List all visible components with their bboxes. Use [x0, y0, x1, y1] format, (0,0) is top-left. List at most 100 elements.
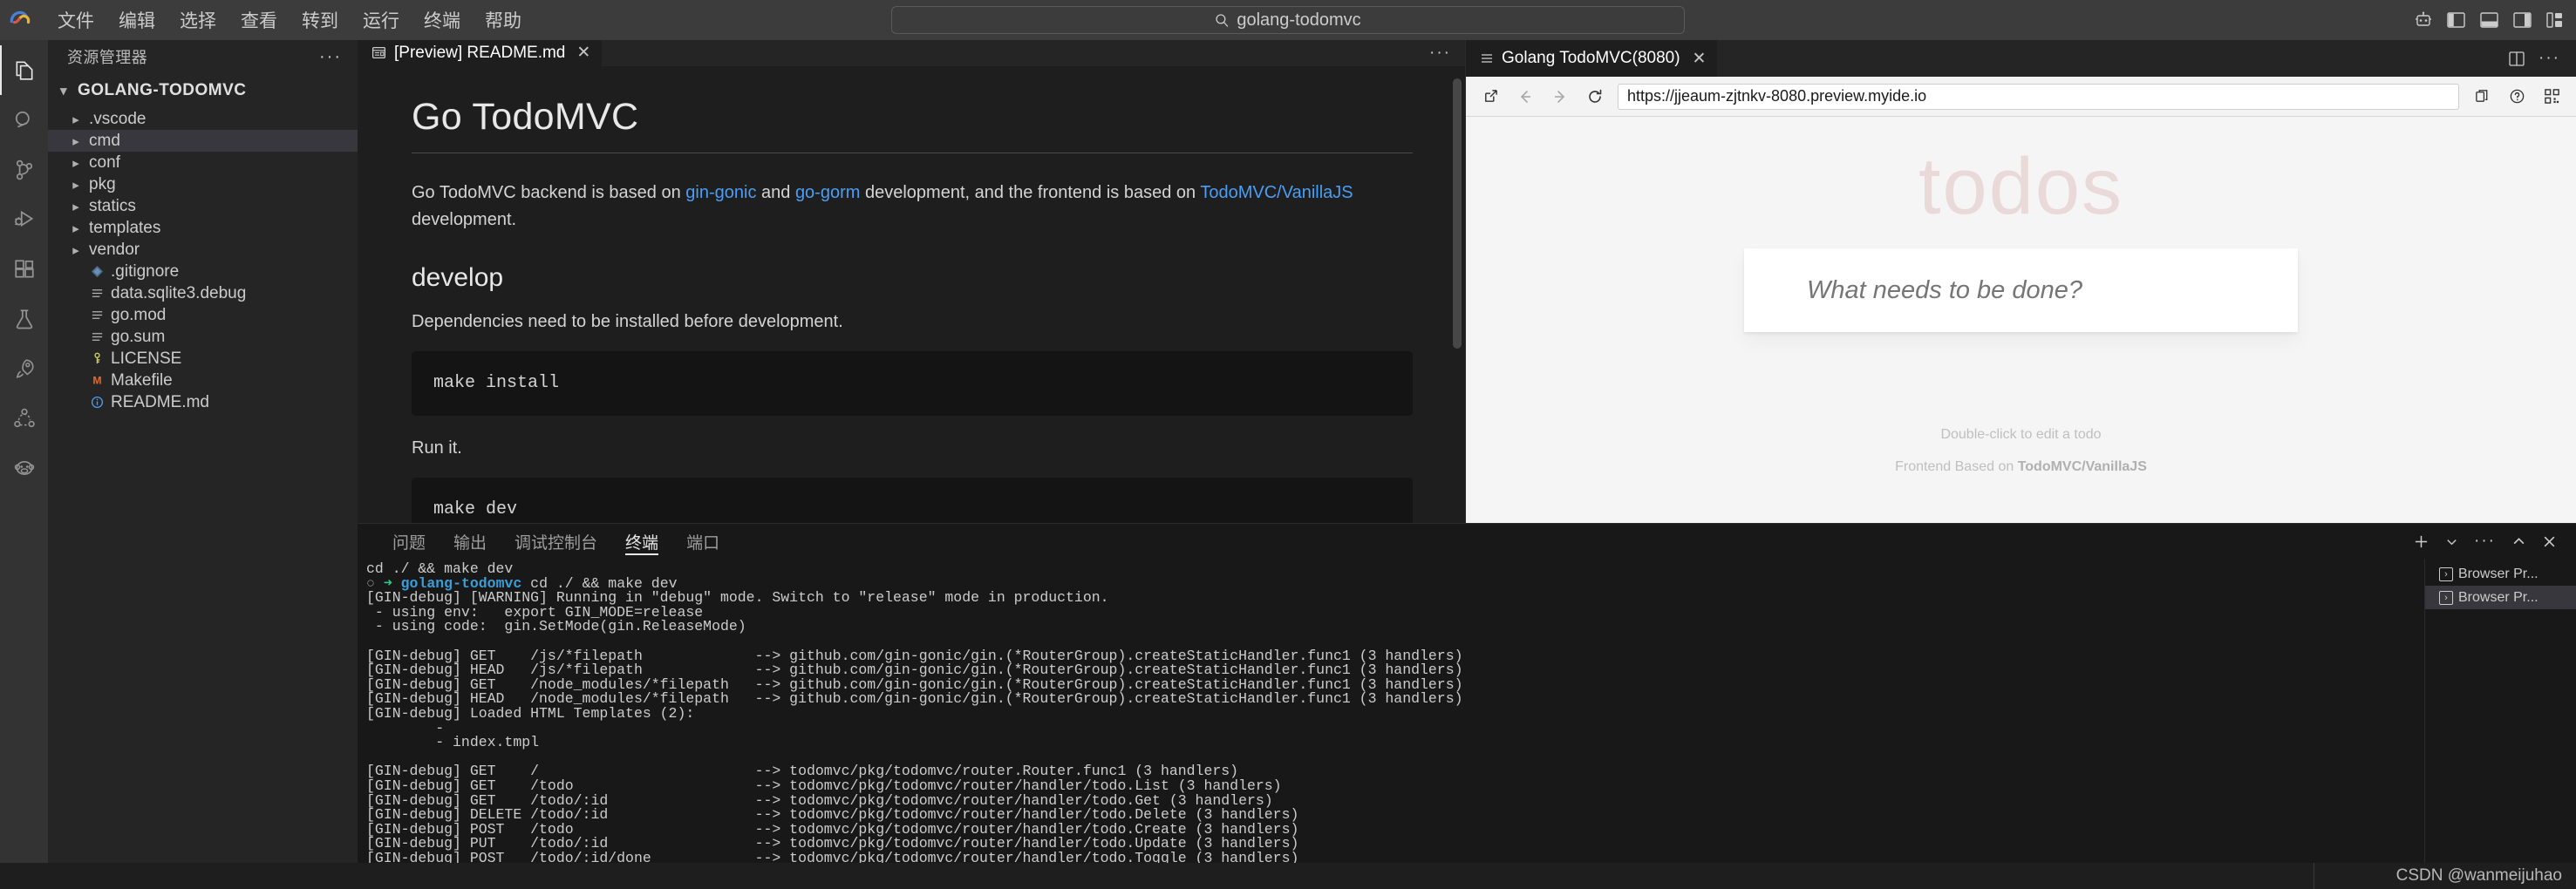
tree-item-license[interactable]: LICENSE: [48, 348, 358, 370]
link-go-gorm[interactable]: go-gorm: [795, 183, 860, 202]
tree-item-statics[interactable]: ▸ statics: [48, 195, 358, 217]
tree-item-conf[interactable]: ▸ conf: [48, 152, 358, 173]
tree-item-label: data.sqlite3.debug: [111, 283, 247, 302]
activity-item-extensions[interactable]: [0, 244, 48, 294]
tree-item-label: conf: [89, 153, 120, 172]
tree-item-templates[interactable]: ▸ templates: [48, 217, 358, 239]
activity-item-search[interactable]: [0, 95, 48, 145]
tree-item-go-mod[interactable]: go.mod: [48, 304, 358, 326]
terminal-output[interactable]: cd ./ && make dev ○ ➜ golang-todomvc cd …: [358, 559, 2424, 863]
vscode-logo-icon: [0, 0, 40, 40]
terminal-instance-2[interactable]: › Browser Pr...: [2425, 586, 2576, 609]
browser-forward-icon[interactable]: [1548, 85, 1572, 109]
command-center[interactable]: golang-todomvc: [891, 6, 1685, 34]
tree-item-label: pkg: [89, 174, 116, 193]
menu-go[interactable]: 转到: [290, 3, 351, 37]
split-editor-icon[interactable]: [2509, 51, 2525, 66]
tree-item-label: templates: [89, 218, 161, 237]
panel-tab-debug-console[interactable]: 调试控制台: [501, 524, 611, 559]
workspace-root-label: GOLANG-TODOMVC: [78, 81, 247, 99]
terminal-instance-1[interactable]: › Browser Pr...: [2425, 562, 2576, 586]
open-external-icon[interactable]: [1478, 85, 1503, 109]
question-circle-icon[interactable]: [2504, 85, 2529, 109]
panel-tab-terminal[interactable]: 终端: [611, 524, 672, 559]
menu-run[interactable]: 运行: [351, 3, 412, 37]
link-todomvc-vanillajs[interactable]: TodoMVC/VanillaJS: [1200, 183, 1353, 202]
link-gin-gonic[interactable]: gin-gonic: [685, 183, 756, 202]
git-icon: [89, 265, 105, 278]
menu-view[interactable]: 查看: [228, 3, 290, 37]
robot-icon[interactable]: [2415, 11, 2432, 29]
makefile-icon: M: [89, 374, 105, 387]
intro-text-and: and: [756, 182, 795, 202]
activity-item-run-and-debug[interactable]: [0, 194, 48, 244]
toggle-panel-icon[interactable]: [2480, 12, 2498, 28]
chevron-down-icon[interactable]: [2445, 535, 2458, 548]
menu-file[interactable]: 文件: [45, 3, 106, 37]
menu-terminal[interactable]: 终端: [412, 3, 473, 37]
panel-tab-problems[interactable]: 问题: [378, 524, 440, 559]
browser-reload-icon[interactable]: [1583, 85, 1607, 109]
tree-item-readme-md[interactable]: README.md: [48, 391, 358, 413]
tree-item-vendor[interactable]: ▸ vendor: [48, 239, 358, 261]
editor-actions-more-icon[interactable]: ···: [1429, 40, 1465, 66]
activity-item-explorer[interactable]: [0, 45, 48, 95]
activity-item-testing[interactable]: [0, 294, 48, 343]
editor-pane-readme: [Preview] README.md ✕ ··· Go TodoMVC Go …: [358, 40, 1465, 523]
bottom-panel: 问题 输出 调试控制台 终端 端口 ··· cd ./ && make dev …: [358, 523, 2576, 863]
editor-tab-bar: [Preview] README.md ✕ ···: [358, 40, 1465, 66]
workspace-root-row[interactable]: ▾ GOLANG-TODOMVC: [48, 73, 358, 108]
activity-item-deploy[interactable]: [0, 343, 48, 393]
todos-app-footer: Double-click to edit a todo Frontend Bas…: [1466, 419, 2576, 484]
tree-item-makefile[interactable]: M Makefile: [48, 370, 358, 391]
tree-item-vscode[interactable]: ▸ .vscode: [48, 108, 358, 130]
customize-layout-icon[interactable]: [2546, 12, 2564, 28]
tree-item-label: cmd: [89, 131, 120, 150]
preview-heading-develop: develop: [412, 262, 504, 292]
panel-more-actions-icon[interactable]: ···: [2474, 532, 2496, 551]
menu-edit[interactable]: 编辑: [106, 3, 167, 37]
browser-url-input[interactable]: https://jjeaum-zjtnkv-8080.preview.myide…: [1618, 83, 2459, 110]
tree-item-data-sqlite3-debug[interactable]: data.sqlite3.debug: [48, 282, 358, 304]
activity-item-source-control[interactable]: [0, 145, 48, 194]
toggle-primary-sidebar-icon[interactable]: [2447, 12, 2465, 28]
code-block-make-dev: make dev: [412, 477, 1413, 523]
text-file-icon: [89, 309, 105, 322]
activity-item-remote[interactable]: [0, 393, 48, 443]
menu-help[interactable]: 帮助: [473, 3, 534, 37]
close-panel-icon[interactable]: [2542, 534, 2557, 549]
maximize-panel-chevron-up-icon[interactable]: [2511, 534, 2526, 549]
activity-item-assistant[interactable]: [0, 443, 48, 492]
tree-item-pkg[interactable]: ▸ pkg: [48, 173, 358, 195]
panel-tab-ports[interactable]: 端口: [672, 524, 733, 559]
menu-selection[interactable]: 选择: [167, 3, 228, 37]
toggle-secondary-sidebar-icon[interactable]: [2513, 12, 2532, 28]
qr-code-icon[interactable]: [2539, 85, 2564, 109]
tab-readme-preview[interactable]: [Preview] README.md ✕: [358, 40, 603, 66]
sidebar-more-actions-icon[interactable]: ···: [319, 47, 342, 67]
browser-more-actions-icon[interactable]: ···: [2539, 49, 2560, 68]
tree-item-gitignore[interactable]: .gitignore: [48, 261, 358, 282]
tab-browser-preview[interactable]: Golang TodoMVC(8080) ✕: [1466, 40, 1718, 77]
copy-icon[interactable]: [2470, 85, 2494, 109]
tree-item-label: statics: [89, 196, 136, 215]
todos-credit-link[interactable]: TodoMVC/VanillaJS: [2018, 459, 2147, 474]
title-bar: 文件 编辑 选择 查看 转到 运行 终端 帮助 ← → golang-todom…: [0, 0, 2576, 40]
todos-credit-prefix: Frontend Based on: [1895, 458, 2018, 474]
titlebar-actions: [2415, 11, 2564, 29]
panel-actions: ···: [2413, 532, 2576, 551]
new-todo-input[interactable]: [1744, 275, 2298, 305]
browser-back-icon[interactable]: [1513, 85, 1537, 109]
close-icon[interactable]: ✕: [1693, 49, 1707, 69]
tree-item-label: .vscode: [89, 109, 147, 128]
intro-text-before: Go TodoMVC backend is based on: [412, 182, 686, 202]
tree-item-go-sum[interactable]: go.sum: [48, 326, 358, 348]
new-terminal-plus-icon[interactable]: [2413, 533, 2429, 550]
close-icon[interactable]: ✕: [576, 43, 590, 63]
preview-scrollbar[interactable]: [1453, 78, 1462, 349]
panel-tab-output[interactable]: 输出: [440, 524, 501, 559]
tree-item-label: .gitignore: [111, 261, 180, 281]
terminal-line: [GIN-debug] POST /todo/:id/done --> todo…: [366, 849, 1299, 863]
tree-item-cmd[interactable]: ▸ cmd: [48, 130, 358, 152]
intro-text-end: development.: [412, 209, 517, 229]
